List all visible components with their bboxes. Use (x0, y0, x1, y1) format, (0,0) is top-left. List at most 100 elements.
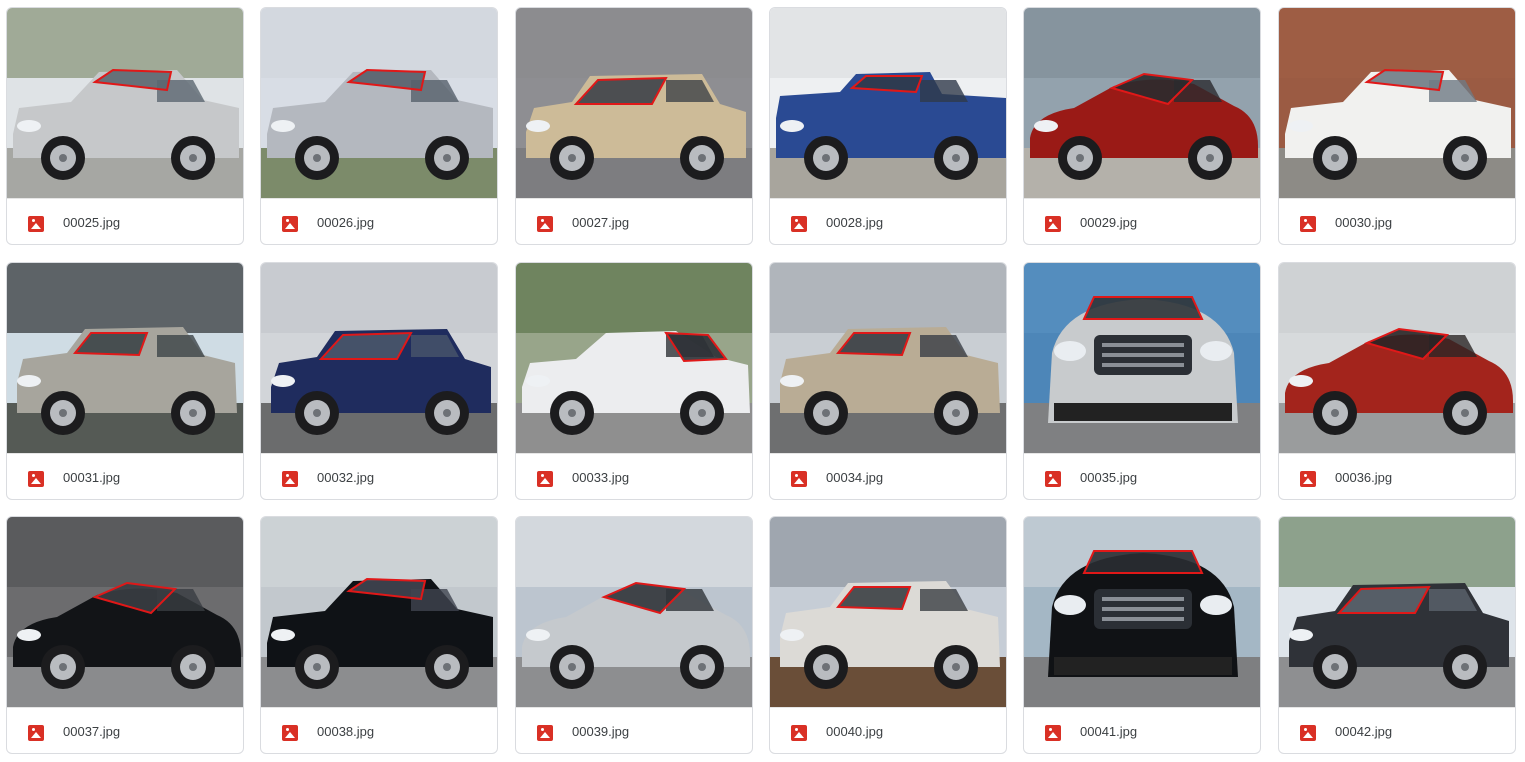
file-footer: 00026.jpg (261, 198, 497, 244)
image-file-icon (1300, 216, 1316, 232)
file-name[interactable]: 00032.jpg (317, 469, 374, 487)
file-thumbnail[interactable] (7, 8, 243, 198)
car-photo (7, 517, 243, 707)
image-file-icon (28, 216, 44, 232)
car-photo (1024, 263, 1260, 453)
image-file-icon (791, 216, 807, 232)
image-file-icon (1045, 471, 1061, 487)
file-thumbnail[interactable] (770, 263, 1006, 453)
file-footer: 00035.jpg (1024, 453, 1260, 499)
file-footer: 00042.jpg (1279, 707, 1515, 753)
file-card[interactable]: 00042.jpg (1278, 516, 1516, 754)
image-file-icon (1300, 471, 1316, 487)
car-photo (770, 263, 1006, 453)
file-card[interactable]: 00028.jpg (769, 7, 1007, 245)
file-name[interactable]: 00025.jpg (63, 214, 120, 232)
file-footer: 00027.jpg (516, 198, 752, 244)
file-name[interactable]: 00039.jpg (572, 723, 629, 741)
car-photo (261, 517, 497, 707)
file-card[interactable]: 00032.jpg (260, 262, 498, 500)
file-thumbnail[interactable] (516, 263, 752, 453)
car-photo (516, 8, 752, 198)
file-footer: 00025.jpg (7, 198, 243, 244)
file-card[interactable]: 00040.jpg (769, 516, 1007, 754)
image-file-icon (28, 471, 44, 487)
file-card[interactable]: 00026.jpg (260, 7, 498, 245)
car-photo (7, 263, 243, 453)
file-footer: 00040.jpg (770, 707, 1006, 753)
file-card[interactable]: 00041.jpg (1023, 516, 1261, 754)
image-file-icon (537, 216, 553, 232)
file-footer: 00036.jpg (1279, 453, 1515, 499)
file-footer: 00030.jpg (1279, 198, 1515, 244)
file-footer: 00039.jpg (516, 707, 752, 753)
file-footer: 00031.jpg (7, 453, 243, 499)
file-card[interactable]: 00034.jpg (769, 262, 1007, 500)
file-card[interactable]: 00039.jpg (515, 516, 753, 754)
car-photo (516, 263, 752, 453)
file-footer: 00037.jpg (7, 707, 243, 753)
file-footer: 00028.jpg (770, 198, 1006, 244)
file-thumbnail[interactable] (1024, 263, 1260, 453)
file-footer: 00041.jpg (1024, 707, 1260, 753)
image-file-icon (282, 216, 298, 232)
file-name[interactable]: 00034.jpg (826, 469, 883, 487)
file-name[interactable]: 00036.jpg (1335, 469, 1392, 487)
file-card[interactable]: 00035.jpg (1023, 262, 1261, 500)
image-file-icon (1300, 725, 1316, 741)
file-card[interactable]: 00025.jpg (6, 7, 244, 245)
file-card[interactable]: 00031.jpg (6, 262, 244, 500)
image-file-icon (1045, 725, 1061, 741)
file-card[interactable]: 00033.jpg (515, 262, 753, 500)
car-photo (516, 517, 752, 707)
car-photo (1024, 517, 1260, 707)
car-photo (770, 8, 1006, 198)
file-thumbnail[interactable] (516, 517, 752, 707)
file-thumbnail[interactable] (770, 517, 1006, 707)
image-file-icon (537, 725, 553, 741)
file-thumbnail[interactable] (1279, 263, 1515, 453)
image-file-icon (282, 471, 298, 487)
file-name[interactable]: 00031.jpg (63, 469, 120, 487)
image-file-icon (537, 471, 553, 487)
file-footer: 00038.jpg (261, 707, 497, 753)
file-card[interactable]: 00036.jpg (1278, 262, 1516, 500)
file-name[interactable]: 00026.jpg (317, 214, 374, 232)
file-name[interactable]: 00028.jpg (826, 214, 883, 232)
file-thumbnail[interactable] (1024, 517, 1260, 707)
file-card[interactable]: 00038.jpg (260, 516, 498, 754)
file-card[interactable]: 00029.jpg (1023, 7, 1261, 245)
image-file-icon (791, 471, 807, 487)
car-photo (1024, 8, 1260, 198)
car-photo (1279, 263, 1515, 453)
file-name[interactable]: 00041.jpg (1080, 723, 1137, 741)
file-thumbnail[interactable] (7, 263, 243, 453)
file-thumbnail[interactable] (516, 8, 752, 198)
file-card[interactable]: 00037.jpg (6, 516, 244, 754)
file-name[interactable]: 00038.jpg (317, 723, 374, 741)
file-name[interactable]: 00040.jpg (826, 723, 883, 741)
file-name[interactable]: 00029.jpg (1080, 214, 1137, 232)
file-name[interactable]: 00027.jpg (572, 214, 629, 232)
file-name[interactable]: 00033.jpg (572, 469, 629, 487)
file-name[interactable]: 00037.jpg (63, 723, 120, 741)
file-thumbnail[interactable] (770, 8, 1006, 198)
file-thumbnail[interactable] (1279, 8, 1515, 198)
file-card[interactable]: 00030.jpg (1278, 7, 1516, 245)
file-name[interactable]: 00035.jpg (1080, 469, 1137, 487)
image-file-icon (282, 725, 298, 741)
file-name[interactable]: 00030.jpg (1335, 214, 1392, 232)
file-thumbnail[interactable] (261, 263, 497, 453)
file-thumbnail[interactable] (7, 517, 243, 707)
file-thumbnail[interactable] (261, 8, 497, 198)
image-file-icon (28, 725, 44, 741)
file-thumbnail[interactable] (261, 517, 497, 707)
car-photo (1279, 8, 1515, 198)
file-thumbnail[interactable] (1024, 8, 1260, 198)
car-photo (770, 517, 1006, 707)
file-grid: 00025.jpg 00026.jpg 00027.jpg 00028.jpg 0002… (0, 0, 1525, 762)
file-thumbnail[interactable] (1279, 517, 1515, 707)
file-card[interactable]: 00027.jpg (515, 7, 753, 245)
file-name[interactable]: 00042.jpg (1335, 723, 1392, 741)
file-footer: 00032.jpg (261, 453, 497, 499)
